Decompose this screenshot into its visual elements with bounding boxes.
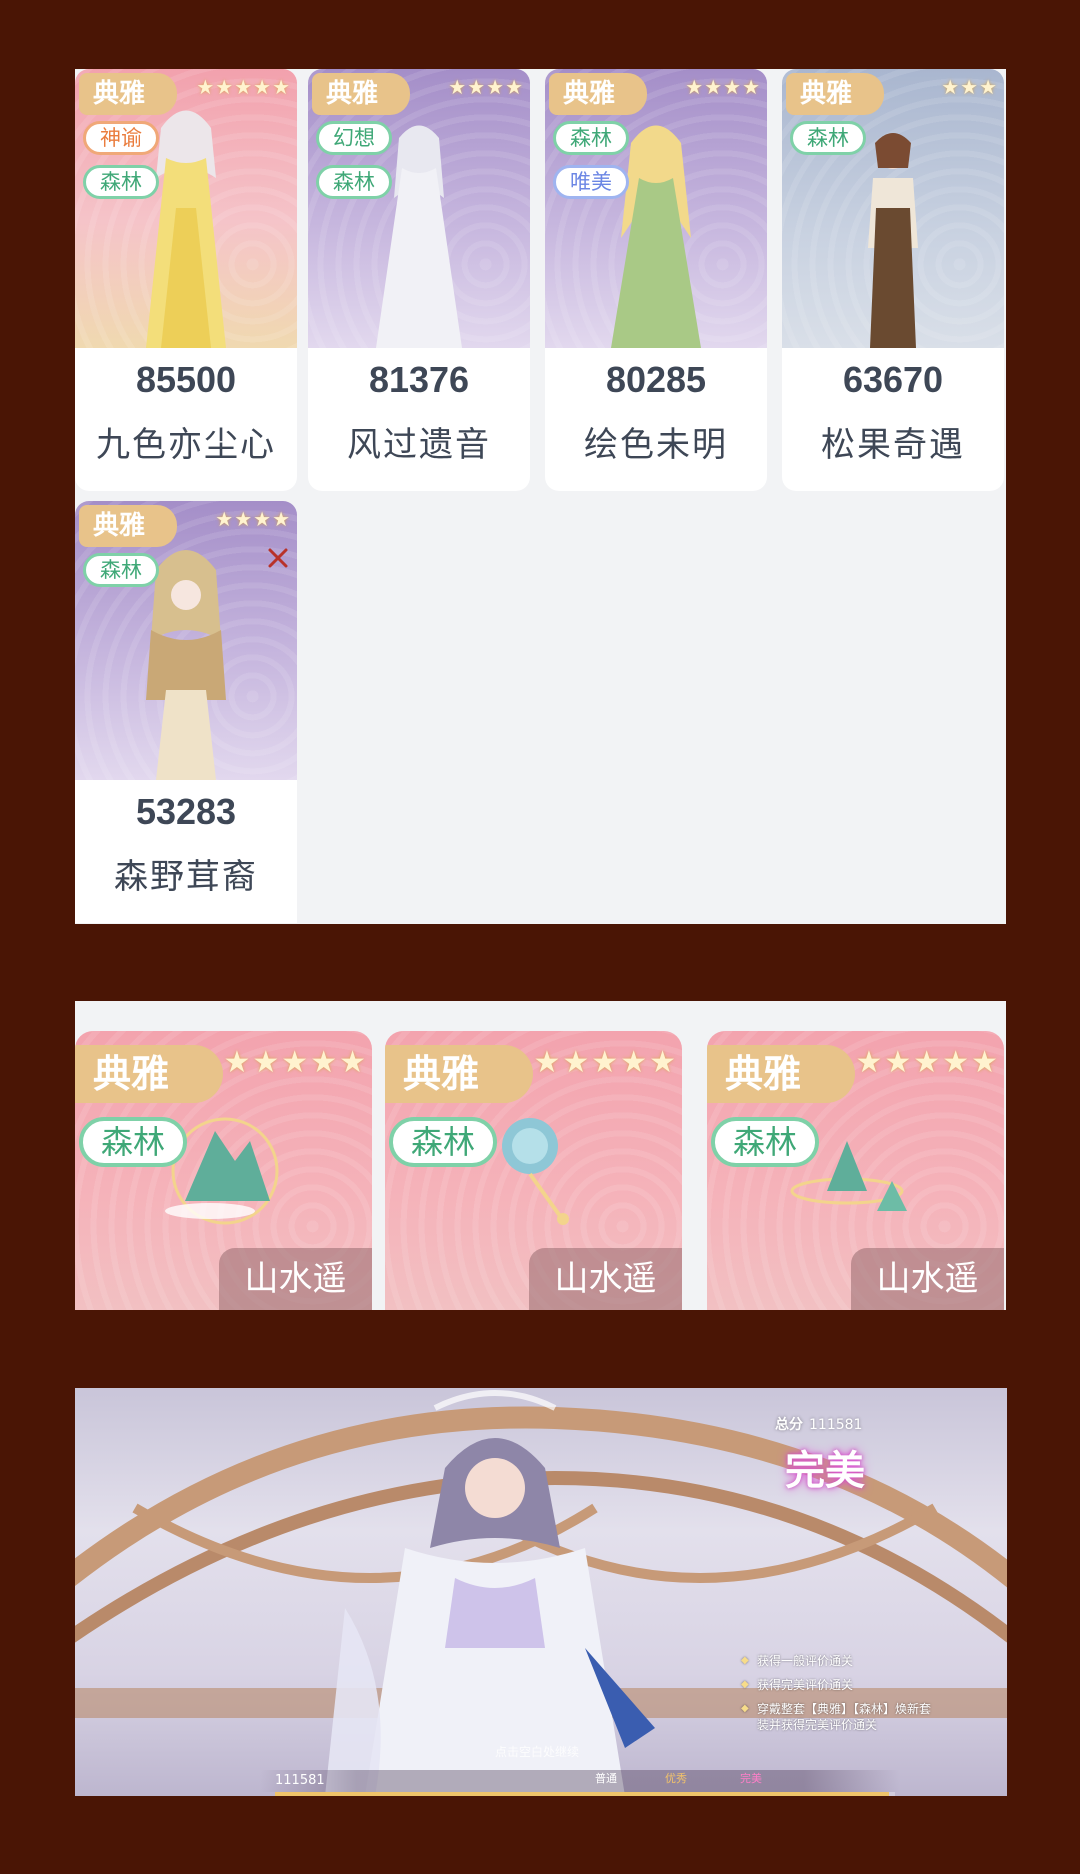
- rarity-badge: 典雅: [385, 1045, 533, 1103]
- outfit-score: 85500: [135, 359, 237, 400]
- style-tag: 幻想: [316, 121, 392, 155]
- level-excellent-label: 优秀: [665, 1772, 687, 1785]
- objective-item: 穿戴整套【典雅】【森林】焕新套装并获得完美评价通关: [741, 1701, 941, 1733]
- outfit-card[interactable]: 典雅 ★★★★ 森林 唯美 80285 绘色未明: [545, 69, 767, 491]
- style-tag: 森林: [83, 165, 159, 199]
- style-tag: 森林: [389, 1117, 497, 1167]
- grade-text: 完美: [785, 1447, 865, 1494]
- outfit-card[interactable]: 典雅 ★★★★ 幻想 森林 81376 风过遗音: [308, 69, 530, 491]
- style-tag: 森林: [316, 165, 392, 199]
- rarity-badge: 典雅: [79, 73, 177, 115]
- objective-item: 获得完美评价通关: [741, 1677, 941, 1693]
- accessory-card[interactable]: 典雅 ★★★★★ 森林 山水遥: [385, 1031, 682, 1310]
- objective-item: 获得一般评价通关: [741, 1653, 941, 1669]
- objective-list: 获得一般评价通关 获得完美评价通关 穿戴整套【典雅】【森林】焕新套装并获得完美评…: [741, 1653, 941, 1741]
- outfit-name: 绘色未明: [584, 425, 728, 465]
- rarity-badge: 典雅: [79, 505, 177, 547]
- rarity-badge: 典雅: [707, 1045, 855, 1103]
- bottom-score: 111581: [275, 1773, 325, 1788]
- style-tag: 森林: [790, 121, 866, 155]
- star-rating: ★★★★: [215, 507, 291, 531]
- total-score-value: 111581: [809, 1417, 863, 1433]
- set-name-label: 山水遥: [529, 1248, 682, 1310]
- rarity-badge: 典雅: [312, 73, 410, 115]
- outfit-card[interactable]: 典雅 ★★★ 森林 63670 松果奇遇: [782, 69, 1004, 491]
- level-normal-label: 普通: [595, 1772, 617, 1785]
- style-tag: 森林: [79, 1117, 187, 1167]
- tools-icon: [268, 548, 288, 568]
- accessory-panel: 典雅 ★★★★★ 森林 山水遥 典雅 ★★★★★ 森林 山水遥 典雅 ★★★★★…: [75, 1001, 1006, 1310]
- game-result-screen[interactable]: 总分 111581 完美 获得一般评价通关 获得完美评价通关 穿戴整套【典雅】【森…: [75, 1388, 1007, 1796]
- star-rating: ★★★★★: [196, 75, 291, 99]
- star-rating: ★★★: [941, 75, 998, 99]
- outfit-score: 81376: [368, 359, 470, 400]
- set-name-label: 山水遥: [219, 1248, 372, 1310]
- accessory-card[interactable]: 典雅 ★★★★★ 森林 山水遥: [707, 1031, 1004, 1310]
- outfit-grid-panel: 典雅 ★★★★★ 神谕 森林 85500 九色亦尘心 典雅 ★★★★ 幻想 森林…: [75, 69, 1006, 924]
- character-illustration: [325, 1390, 655, 1796]
- style-tag: 唯美: [553, 165, 629, 199]
- style-tag: 森林: [711, 1117, 819, 1167]
- style-tag: 森林: [83, 553, 159, 587]
- outfit-score: 80285: [605, 359, 707, 400]
- total-score: 总分 111581: [775, 1414, 862, 1434]
- continue-hint: 点击空白处继续: [495, 1745, 580, 1759]
- score-bar: [260, 1770, 900, 1792]
- outfit-name: 森野茸裔: [114, 857, 258, 897]
- level-perfect-label: 完美: [740, 1772, 762, 1785]
- outfit-card[interactable]: 典雅 ★★★★ 森林 53283 森野茸裔: [75, 501, 297, 923]
- total-score-label: 总分: [775, 1417, 803, 1433]
- progress-fill: [275, 1792, 889, 1796]
- style-tag: 森林: [553, 121, 629, 155]
- outfit-score: 53283: [135, 791, 237, 832]
- set-name-label: 山水遥: [851, 1248, 1004, 1310]
- rarity-badge: 典雅: [75, 1045, 223, 1103]
- rarity-badge: 典雅: [786, 73, 884, 115]
- style-tag: 神谕: [83, 121, 159, 155]
- score-progress-bar: [275, 1792, 895, 1796]
- outfit-name: 风过遗音: [347, 425, 491, 465]
- accessory-card[interactable]: 典雅 ★★★★★ 森林 山水遥: [75, 1031, 372, 1310]
- outfit-score: 63670: [842, 359, 944, 400]
- star-rating: ★★★★★: [533, 1045, 678, 1080]
- star-rating: ★★★★: [448, 75, 524, 99]
- outfit-name: 松果奇遇: [821, 425, 965, 465]
- star-rating: ★★★★★: [223, 1045, 368, 1080]
- star-rating: ★★★★: [685, 75, 761, 99]
- outfit-card[interactable]: 典雅 ★★★★★ 神谕 森林 85500 九色亦尘心: [75, 69, 297, 491]
- outfit-name: 九色亦尘心: [96, 425, 276, 465]
- star-rating: ★★★★★: [855, 1045, 1000, 1080]
- rarity-badge: 典雅: [549, 73, 647, 115]
